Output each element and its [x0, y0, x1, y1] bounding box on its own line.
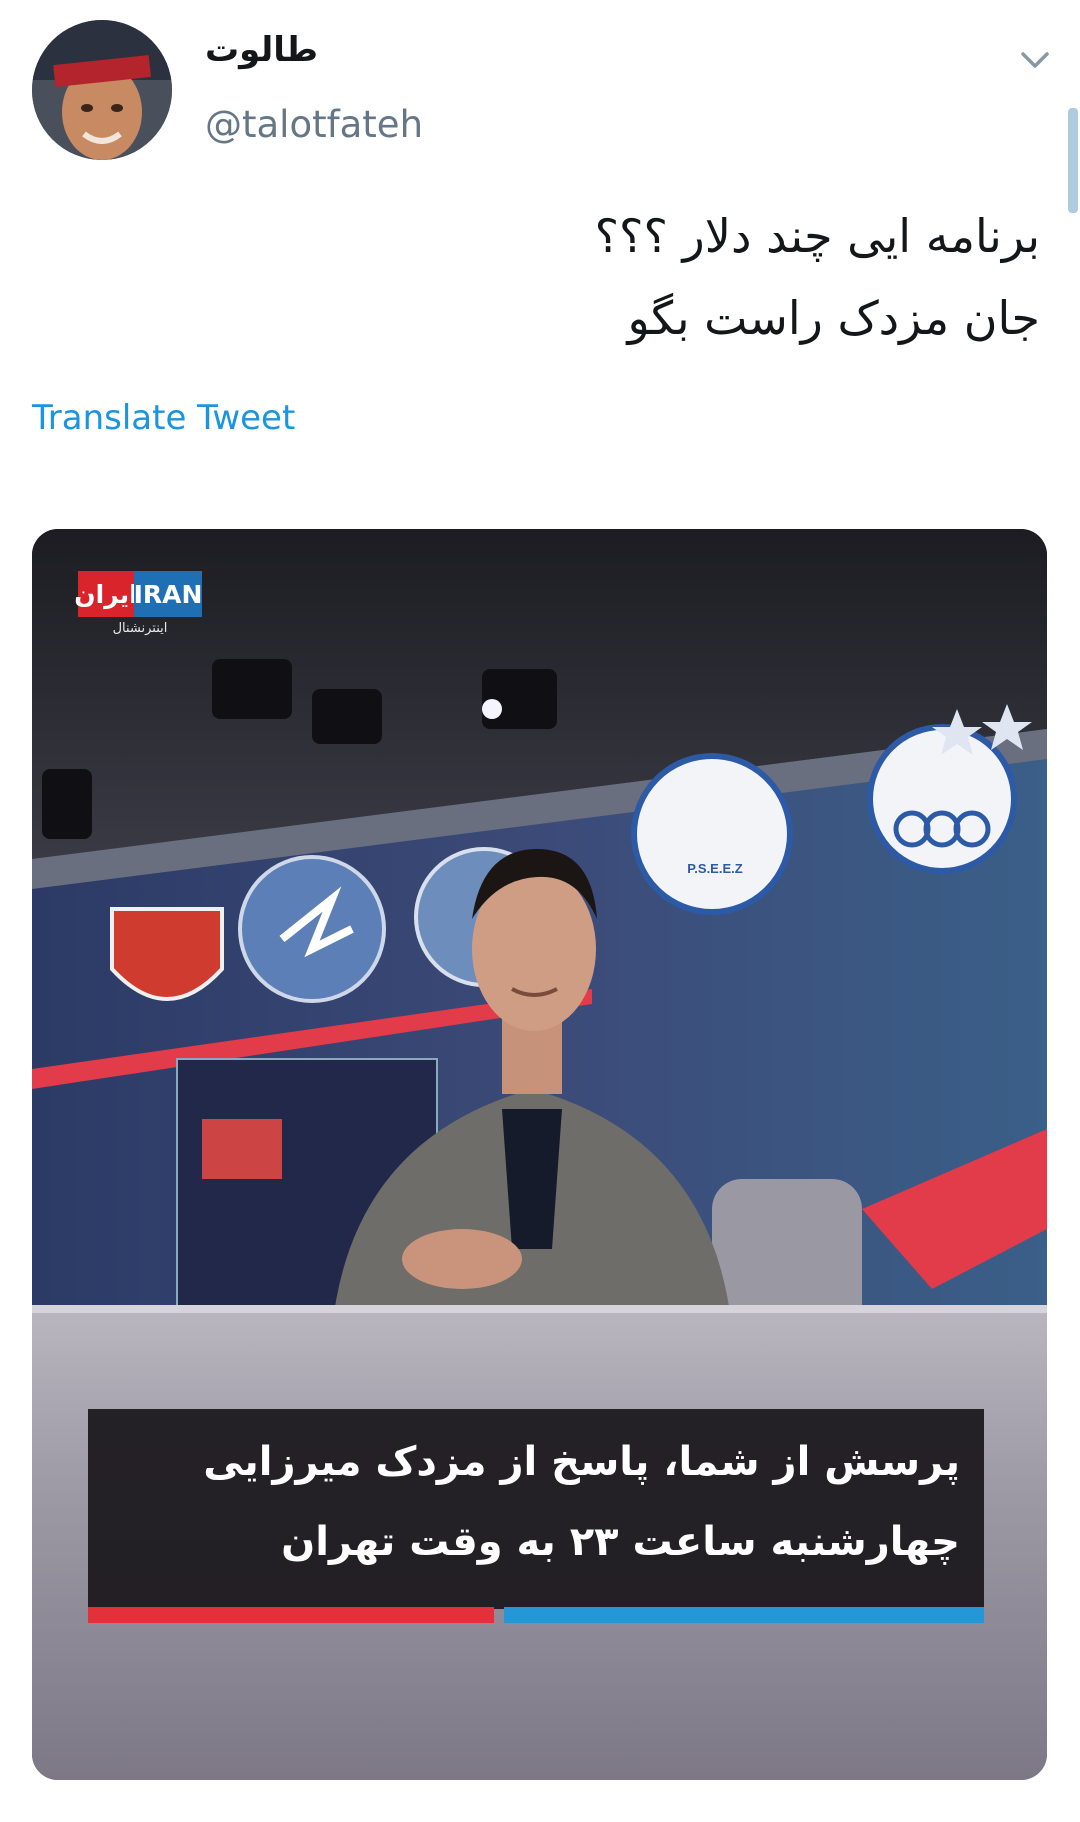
- avatar-image: [32, 20, 172, 160]
- iran-international-logo: ایران IRAN: [74, 571, 202, 617]
- caption-bar-blue: [504, 1607, 984, 1623]
- tweet-text-line: برنامه ایی چند دلار ؟؟؟: [594, 209, 1040, 263]
- display-name[interactable]: طالوت: [205, 30, 318, 70]
- logo-subtitle: اینترنشنال: [112, 621, 168, 636]
- logo-latin: IRAN: [134, 571, 202, 617]
- tweet-text-line: جان مزدک راست بگو: [627, 291, 1040, 345]
- logo-farsi: ایران: [74, 571, 138, 617]
- caption-bar-red: [88, 1607, 494, 1623]
- caption-box: پرسش از شما، پاسخ از مزدک میرزایی چهارشن…: [88, 1409, 984, 1609]
- avatar[interactable]: [32, 20, 172, 160]
- tweet-text: برنامه ایی چند دلار ؟؟؟ جان مزدک راست بگ…: [140, 195, 1040, 359]
- translate-tweet-link[interactable]: Translate Tweet: [32, 398, 295, 438]
- caption-line: پرسش از شما، پاسخ از مزدک میرزایی: [203, 1439, 960, 1485]
- club-badge-text: P.S.E.E.Z: [687, 861, 743, 876]
- tweet-media-image[interactable]: ایران IRAN اینترنشنال پرسش از شما، پاسخ …: [32, 529, 1047, 1780]
- chevron-down-icon[interactable]: [1015, 45, 1055, 75]
- scroll-indicator[interactable]: [1068, 108, 1078, 213]
- user-handle[interactable]: @talotfateh: [205, 103, 423, 146]
- caption-line: چهارشنبه ساعت ۲۳ به وقت تهران: [281, 1519, 960, 1565]
